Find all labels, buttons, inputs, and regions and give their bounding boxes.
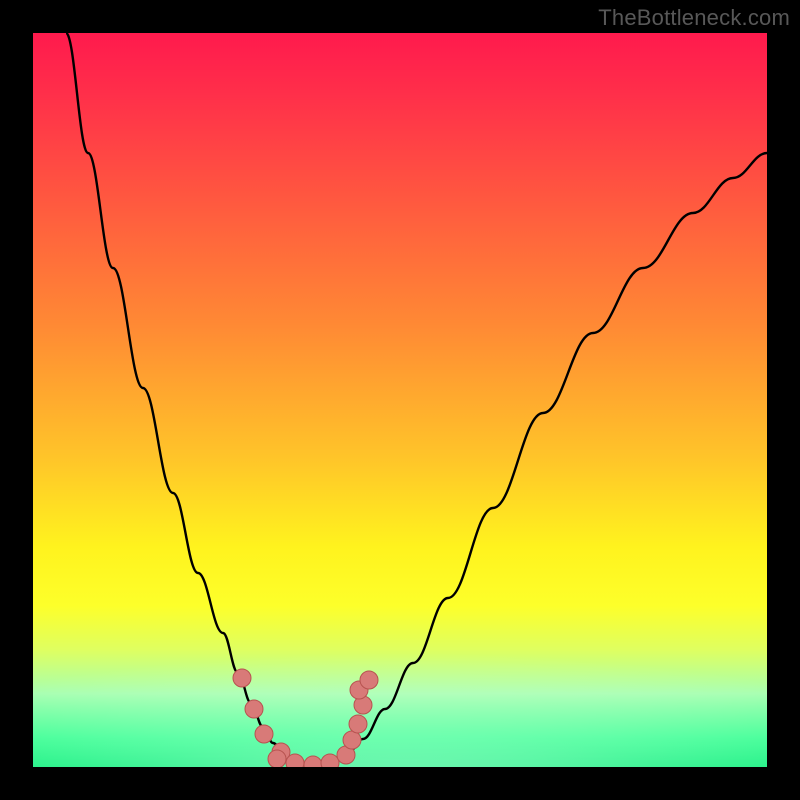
- data-marker: [349, 715, 367, 733]
- outer-frame: TheBottleneck.com: [0, 0, 800, 800]
- data-markers: [233, 669, 378, 767]
- data-marker: [343, 731, 361, 749]
- data-marker: [286, 754, 304, 767]
- data-marker: [304, 756, 322, 767]
- data-marker: [245, 700, 263, 718]
- data-marker: [321, 754, 339, 767]
- v-curve: [66, 33, 767, 766]
- data-marker: [255, 725, 273, 743]
- data-marker: [268, 750, 286, 767]
- chart-svg: [33, 33, 767, 767]
- plot-area: [33, 33, 767, 767]
- data-marker: [233, 669, 251, 687]
- watermark-text: TheBottleneck.com: [598, 5, 790, 31]
- data-marker: [360, 671, 378, 689]
